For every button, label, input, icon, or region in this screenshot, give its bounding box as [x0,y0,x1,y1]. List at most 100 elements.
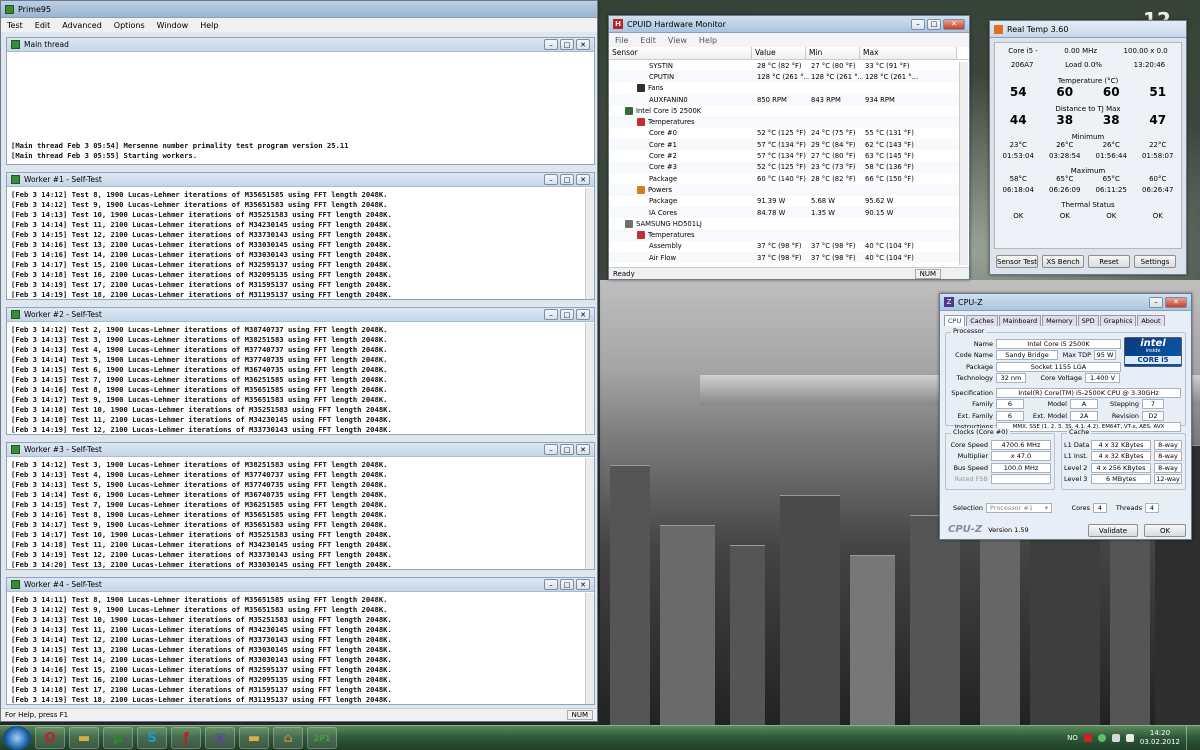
maximize-button[interactable]: □ [560,174,574,185]
menu-help[interactable]: Help [699,36,717,45]
minimize-button[interactable]: – [911,18,925,30]
column-max[interactable]: Max [860,47,957,59]
sensor-row[interactable]: Package 60 °C (140 °F) 28 °C (82 °F) 66 °C … [609,173,959,184]
prime95-icon[interactable]: 2P1 [307,727,337,749]
minimize-button[interactable]: – [1149,296,1163,308]
vertical-scrollbar[interactable] [585,323,594,434]
validate-button[interactable]: Validate [1088,524,1138,537]
show-desktop-button[interactable] [1186,726,1196,750]
explorer-folder-icon[interactable]: ▬ [239,727,269,749]
sensor-row[interactable]: Package 91.39 W 5.68 W 95.62 W [609,196,959,207]
sensor-row[interactable]: Temperatures [609,116,959,128]
maximize-button[interactable]: □ [560,444,574,455]
close-button[interactable]: ✕ [576,39,590,50]
hwmonitor-titlebar[interactable]: H CPUID Hardware Monitor – □ ✕ [609,16,969,33]
sensor-row[interactable]: Core #3 52 °C (125 °F) 23 °C (73 °F) 58 °C … [609,161,959,173]
realtemp-icon[interactable]: ⌂ [273,727,303,749]
menu-window[interactable]: Window [157,21,189,30]
column-value[interactable]: Value [752,47,806,59]
vertical-scrollbar[interactable] [959,62,968,265]
worker-3-titlebar[interactable]: Worker #3 - Self-Test – □ ✕ [7,443,594,457]
settings-button[interactable]: Settings [1134,255,1176,268]
menu-test[interactable]: Test [7,21,23,30]
sensor-test-button[interactable]: Sensor Test [996,255,1038,268]
close-button[interactable]: ✕ [576,309,590,320]
log-line: [Feb 3 14:12] Test 9, 1900 Lucas-Lehmer … [11,200,388,209]
prime95-titlebar[interactable]: Prime95 [1,1,597,18]
maximize-button[interactable]: □ [560,579,574,590]
reset-button[interactable]: Reset [1088,255,1130,268]
tab-graphics[interactable]: Graphics [1099,315,1137,326]
opera-icon[interactable]: O [35,727,65,749]
taskbar-clock[interactable]: 14:20 03.02.2012 [1140,729,1180,747]
network-icon[interactable] [1111,734,1120,742]
close-button[interactable]: ✕ [576,174,590,185]
ok-button[interactable]: OK [1144,524,1186,537]
realtemp-titlebar[interactable]: Real Temp 3.60 [990,21,1186,38]
maximize-button[interactable]: □ [927,18,941,30]
vertical-scrollbar[interactable] [585,458,594,569]
tray-app-icon[interactable] [1083,734,1092,742]
minimize-button[interactable]: – [544,579,558,590]
skype-icon[interactable]: S [137,727,167,749]
worker-1-titlebar[interactable]: Worker #1 - Self-Test – □ ✕ [7,173,594,187]
minimize-button[interactable]: – [544,39,558,50]
utorrent-icon[interactable]: µ [103,727,133,749]
close-button[interactable]: ✕ [576,444,590,455]
menu-help[interactable]: Help [200,21,218,30]
tab-mainboard[interactable]: Mainboard [998,315,1042,326]
start-button[interactable] [3,726,31,750]
minimize-button[interactable]: – [544,309,558,320]
menu-edit[interactable]: Edit [35,21,51,30]
vertical-scrollbar[interactable] [585,593,594,704]
tab-caches[interactable]: Caches [966,315,998,326]
sensor-row[interactable]: Intel Core i5 2500K [609,105,959,116]
sensor-row[interactable]: Fans [609,83,959,94]
worker-4-titlebar[interactable]: Worker #4 - Self-Test – □ ✕ [7,578,594,592]
sensor-row[interactable]: Temperatures [609,229,959,241]
worker-2-titlebar[interactable]: Worker #2 - Self-Test – □ ✕ [7,308,594,322]
vertical-scrollbar[interactable] [585,188,594,299]
close-button[interactable]: ✕ [943,18,965,30]
xs-bench-button[interactable]: XS Bench [1042,255,1084,268]
menu-file[interactable]: File [615,36,628,45]
sensor-row[interactable]: Core #0 52 °C (125 °F) 24 °C (75 °F) 55 °C … [609,128,959,139]
sensor-row[interactable]: AUXFANIN0 850 RPM 843 RPM 934 RPM [609,93,959,106]
minimize-button[interactable]: – [544,174,558,185]
column-min[interactable]: Min [806,47,860,59]
processor-select[interactable]: Processor #1 ▾ [986,502,1052,513]
tab-memory[interactable]: Memory [1042,315,1077,326]
close-button[interactable]: ✕ [1165,296,1187,308]
core-tj-distance: 38 [1102,113,1120,127]
sensor-row[interactable]: CPUTIN 128 °C (261 °... 128 °C (261 °... 12… [609,71,959,83]
tab-about[interactable]: About [1137,315,1165,326]
cpuz-titlebar[interactable]: Z CPU-Z – ✕ [940,294,1191,311]
close-button[interactable]: ✕ [576,579,590,590]
sensor-row[interactable]: Assembly 37 °C (98 °F) 37 °C (98 °F) 40 °C … [609,241,959,252]
sensor-row[interactable]: SYSTIN 28 °C (82 °F) 27 °C (80 °F) 33 °C (9… [609,60,959,71]
language-indicator[interactable]: NO [1067,734,1078,742]
tray-app-icon[interactable] [1097,734,1106,742]
tab-cpu[interactable]: CPU [944,315,966,326]
menu-edit[interactable]: Edit [640,36,656,45]
maximize-button[interactable]: □ [560,39,574,50]
menu-options[interactable]: Options [114,21,145,30]
flash-icon[interactable]: ƒ [171,727,201,749]
maximize-button[interactable]: □ [560,309,574,320]
sensor-row[interactable]: Air Flow 37 °C (98 °F) 37 °C (98 °F) 40 °C … [609,252,959,264]
menu-advanced[interactable]: Advanced [62,21,102,30]
menu-view[interactable]: View [668,36,687,45]
minimize-button[interactable]: – [544,444,558,455]
tab-spd[interactable]: SPD [1077,315,1099,326]
folder-icon[interactable]: ▬ [69,727,99,749]
sensor-row[interactable]: Core #1 57 °C (134 °F) 29 °C (84 °F) 62 °C … [609,139,959,151]
sensor-row[interactable]: Core #2 57 °C (134 °F) 27 °C (80 °F) 63 °C … [609,150,959,161]
sensor-row[interactable]: IA Cores 84.78 W 1.35 W 90.15 W [609,206,959,219]
sensor-row[interactable]: Powers [609,184,959,196]
log-line: [Feb 3 14:11] Test 8, 1900 Lucas-Lehmer … [11,595,388,604]
volume-icon[interactable] [1125,734,1134,742]
main-thread-titlebar[interactable]: Main thread – □ ✕ [7,38,594,52]
column-sensor[interactable]: Sensor [609,47,752,59]
cpuz-icon[interactable]: ▣ [205,727,235,749]
sensor-row[interactable]: SAMSUNG HD501LJ [609,218,959,229]
